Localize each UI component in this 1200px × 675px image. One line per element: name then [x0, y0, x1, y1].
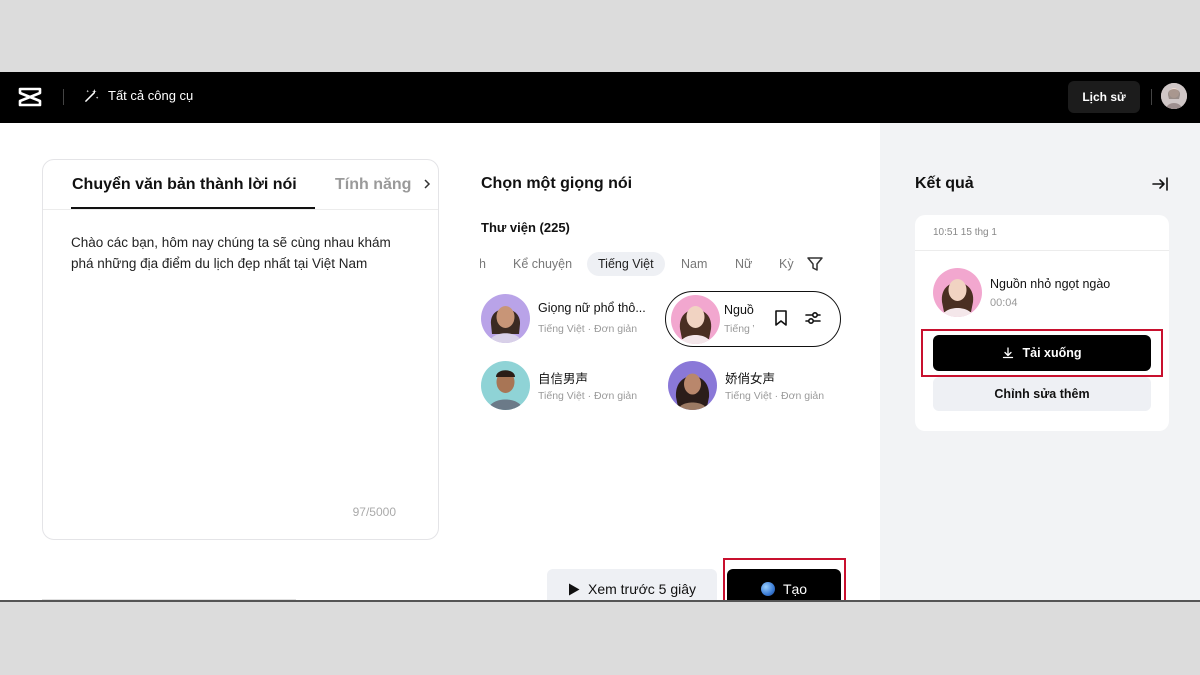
result-timestamp: 10:51 15 thg 1 [933, 227, 997, 238]
voice-picker-title: Chọn một giọng nói [481, 175, 633, 192]
voice-filter-chips: h Kể chuyện Tiếng Việt Nam Nữ Kỳ [480, 250, 810, 278]
sliders-icon[interactable] [804, 309, 822, 327]
voice-avatar [481, 294, 530, 343]
voice-avatar [671, 295, 720, 344]
results-title: Kết quả [915, 175, 974, 192]
filter-icon[interactable] [806, 255, 824, 273]
download-button[interactable]: Tải xuống [933, 335, 1151, 371]
voice-avatar [481, 361, 530, 410]
play-icon [568, 583, 580, 595]
user-avatar[interactable] [1161, 83, 1187, 109]
chip-vietnamese[interactable]: Tiếng Việt [587, 252, 665, 276]
chip-special[interactable]: Kỳ [768, 252, 805, 276]
library-label: Thư viện (225) [481, 220, 570, 235]
active-tab-indicator [71, 207, 315, 209]
ai-orb-icon [760, 582, 775, 596]
tab-features[interactable]: Tính năng [335, 176, 413, 194]
tab-text-to-speech[interactable]: Chuyển văn bản thành lời nói [72, 176, 297, 194]
voice-card-selected[interactable]: Nguồn nhỏ ngọt ngào Tiếng Việt · Đơn giả… [665, 291, 841, 347]
text-editor-panel: Chuyển văn bản thành lời nói Tính năng C… [42, 159, 439, 540]
voice-meta: Tiếng Việt · Đơn giản [725, 390, 825, 402]
voice-name: 自信男声 [538, 372, 589, 386]
result-card: 10:51 15 thg 1 Nguồn nhỏ ngọt ngào 00:04… [915, 215, 1169, 431]
topbar-divider-right [1151, 89, 1152, 105]
editor-tabs: Chuyển văn bản thành lời nói Tính năng [43, 160, 438, 210]
capcut-logo-icon[interactable] [18, 86, 42, 108]
voice-name: 娇俏女声 [725, 372, 776, 386]
create-button[interactable]: Tạo [727, 569, 841, 602]
top-bar: Tất cả công cụ Lịch sử [0, 72, 1200, 123]
text-input[interactable]: Chào các bạn, hôm nay chúng ta sẽ cùng n… [71, 232, 401, 274]
voice-card[interactable]: Giọng nữ phổ thô... Tiếng Việt · Đơn giả… [481, 294, 661, 344]
chip-storytelling[interactable]: Kể chuyện [502, 252, 583, 276]
download-icon [1003, 347, 1014, 359]
topbar-divider [63, 89, 64, 105]
voice-meta: Tiếng Việt · Đơn giản [538, 390, 638, 402]
all-tools-button[interactable]: Tất cả công cụ [84, 88, 193, 103]
result-divider [915, 250, 1169, 251]
history-button[interactable]: Lịch sử [1068, 81, 1140, 113]
edit-more-button[interactable]: Chỉnh sửa thêm [933, 377, 1151, 411]
chip-female[interactable]: Nữ [724, 252, 763, 276]
voice-meta: Tiếng Việt · Đơn giản [724, 323, 754, 335]
create-label: Tạo [782, 581, 808, 597]
voice-name: Nguồn nhỏ ngọt ngào [724, 303, 754, 317]
result-voice-avatar [933, 268, 982, 317]
chip-partial[interactable]: h [480, 252, 497, 276]
voice-avatar [668, 361, 717, 410]
voice-meta: Tiếng Việt · Đơn giản [538, 323, 638, 335]
magic-wand-icon [85, 88, 99, 102]
character-count: 97/5000 [352, 505, 396, 519]
page-bottom-border [0, 600, 1200, 602]
result-duration: 00:04 [990, 297, 1018, 309]
voice-card[interactable]: 娇俏女声 Tiếng Việt · Đơn giản [668, 361, 848, 411]
collapse-panel-icon[interactable] [1151, 175, 1169, 193]
bookmark-icon[interactable] [772, 309, 790, 327]
all-tools-label: Tất cả công cụ [108, 88, 194, 103]
chip-male[interactable]: Nam [670, 252, 718, 276]
download-label: Tải xuống [1022, 346, 1082, 360]
preview-label: Xem trước 5 giây [587, 581, 697, 597]
preview-button[interactable]: Xem trước 5 giây [547, 569, 717, 602]
result-voice-name: Nguồn nhỏ ngọt ngào [990, 277, 1111, 291]
voice-name: Giọng nữ phổ thô... [538, 301, 646, 315]
voice-card[interactable]: 自信男声 Tiếng Việt · Đơn giản [481, 361, 661, 411]
chevron-right-icon[interactable] [417, 174, 437, 194]
app-window: Tất cả công cụ Lịch sử Chuyển văn bản th… [0, 72, 1200, 602]
results-panel: Kết quả 10:51 15 thg 1 Nguồn nhỏ ngọt ng… [880, 123, 1200, 602]
